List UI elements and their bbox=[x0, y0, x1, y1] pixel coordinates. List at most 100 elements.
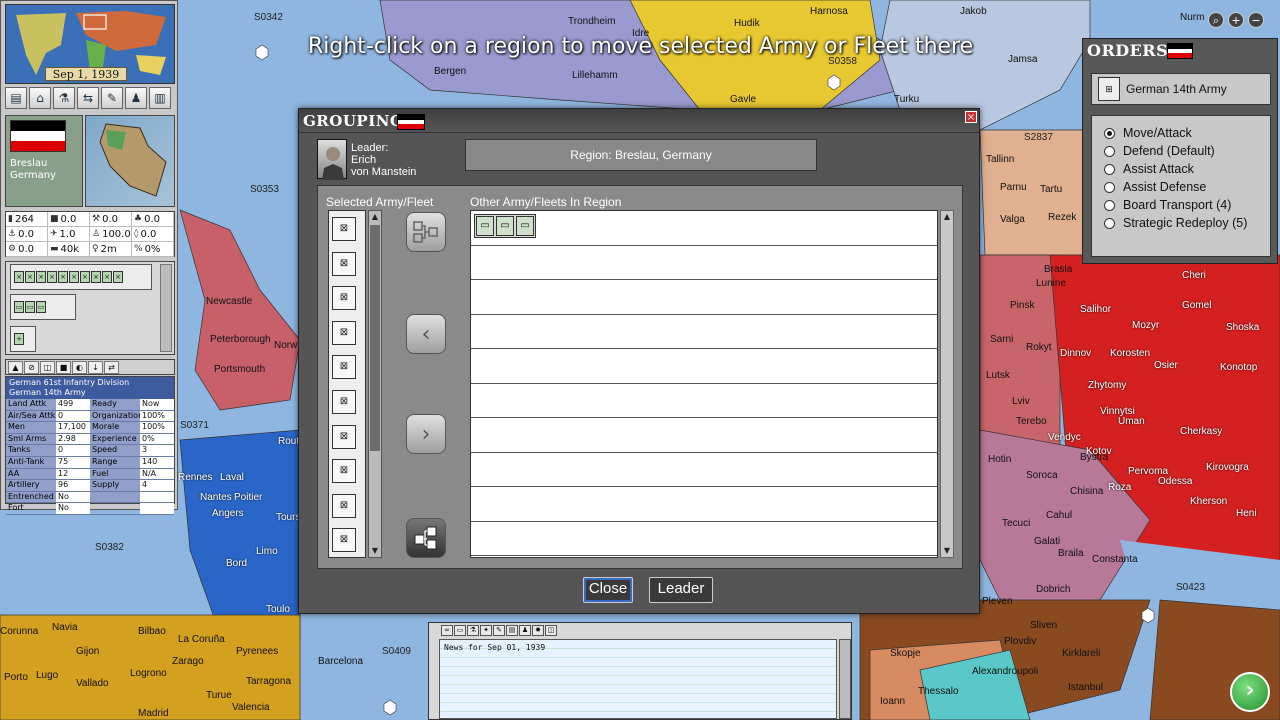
order-assist-attack[interactable]: Assist Attack bbox=[1092, 160, 1270, 178]
region-label[interactable]: Toulo bbox=[266, 604, 290, 615]
merge-group-button[interactable] bbox=[406, 518, 446, 558]
region-label[interactable]: Plovdiv bbox=[1004, 636, 1036, 647]
radio-button[interactable] bbox=[1104, 181, 1115, 193]
region-label[interactable]: Peterborough bbox=[210, 334, 271, 345]
region-label[interactable]: Tarragona bbox=[246, 676, 291, 687]
list-item[interactable] bbox=[471, 384, 937, 418]
chart-icon[interactable]: ▥ bbox=[149, 87, 171, 109]
infantry-unit-icon[interactable]: ⊠ bbox=[332, 459, 356, 484]
news-tab-info-icon[interactable]: ◫ bbox=[545, 625, 557, 636]
region-label[interactable]: Lillehamm bbox=[572, 70, 618, 81]
list-item[interactable] bbox=[471, 418, 937, 453]
region-label[interactable]: Chisina bbox=[1070, 486, 1103, 497]
region-label[interactable]: Navia bbox=[52, 622, 78, 633]
sea-region-label[interactable]: S0342 bbox=[254, 12, 283, 23]
news-tab-all-icon[interactable]: ∞ bbox=[441, 625, 453, 636]
move-left-button[interactable]: ‹ bbox=[406, 314, 446, 354]
radio-button[interactable] bbox=[1104, 163, 1115, 175]
region-label[interactable]: Mozyr bbox=[1132, 320, 1159, 331]
army-stack[interactable]: + bbox=[10, 326, 36, 352]
region-label[interactable]: Jakob bbox=[960, 6, 987, 17]
region-label[interactable]: Bilbao bbox=[138, 626, 166, 637]
region-label[interactable]: Skopje bbox=[890, 648, 921, 659]
download-icon[interactable]: ↓ bbox=[88, 360, 103, 374]
region-label[interactable]: Pleven bbox=[982, 596, 1013, 607]
region-label[interactable]: Galati bbox=[1034, 536, 1060, 547]
unit-type-icon[interactable]: ▲ bbox=[8, 360, 23, 374]
ledger-icon[interactable]: ▤ bbox=[5, 87, 27, 109]
zoom-in-icon[interactable]: + bbox=[1228, 12, 1244, 28]
region-label[interactable]: Cherkasy bbox=[1180, 426, 1222, 437]
region-label[interactable]: Salihor bbox=[1080, 304, 1111, 315]
army-stack[interactable]: ▭ ▭ ▭ bbox=[474, 214, 536, 238]
region-label[interactable]: Nantes bbox=[200, 492, 232, 503]
region-label[interactable]: Angers bbox=[212, 508, 244, 519]
region-label[interactable]: Poitier bbox=[234, 492, 262, 503]
infantry-unit-icon[interactable]: ⊠ bbox=[332, 424, 356, 449]
infantry-unit-icon[interactable]: ⊠ bbox=[332, 528, 356, 553]
infantry-unit-icon[interactable]: ⊠ bbox=[332, 355, 356, 380]
region-label[interactable]: Kherson bbox=[1190, 496, 1227, 507]
selected-army-box[interactable]: ⊞ German 14th Army bbox=[1091, 73, 1271, 105]
region-label[interactable]: Trondheim bbox=[568, 16, 615, 27]
news-tab-combat-icon[interactable]: ✦ bbox=[480, 625, 492, 636]
region-label[interactable]: Logrono bbox=[130, 668, 167, 679]
region-label[interactable]: Rennes bbox=[178, 472, 212, 483]
region-label[interactable]: Bystra bbox=[1080, 452, 1108, 463]
next-turn-button[interactable]: › bbox=[1230, 672, 1270, 712]
scroll-down-icon[interactable]: ▼ bbox=[941, 545, 953, 557]
news-scrollbar[interactable] bbox=[839, 639, 851, 719]
region-label[interactable]: Limo bbox=[256, 546, 278, 557]
news-tab-list-icon[interactable]: ▤ bbox=[506, 625, 518, 636]
notes-icon[interactable]: ✎ bbox=[101, 87, 123, 109]
region-label[interactable]: Vallado bbox=[76, 678, 109, 689]
region-label[interactable]: Brasla bbox=[1044, 264, 1072, 275]
region-label[interactable]: Sliven bbox=[1030, 620, 1057, 631]
group-icon[interactable]: ◫ bbox=[40, 360, 55, 374]
news-tab-notes-icon[interactable]: ✎ bbox=[493, 625, 505, 636]
region-label[interactable]: Alexandroupoli bbox=[972, 666, 1038, 677]
region-label[interactable]: Hotin bbox=[988, 454, 1011, 465]
news-tab-window-icon[interactable]: ▭ bbox=[454, 625, 466, 636]
infantry-unit-icon[interactable]: ⊠ bbox=[332, 286, 356, 311]
region-label[interactable]: Hudik bbox=[734, 18, 760, 29]
region-label[interactable]: Cheri bbox=[1182, 270, 1206, 281]
region-label[interactable]: Norw bbox=[274, 340, 297, 351]
region-label[interactable]: Harnosa bbox=[810, 6, 848, 17]
infantry-unit-icon[interactable]: ⊠ bbox=[332, 251, 356, 276]
list-item[interactable] bbox=[471, 487, 937, 522]
scroll-down-icon[interactable]: ▼ bbox=[369, 545, 381, 557]
half-icon[interactable]: ◐ bbox=[72, 360, 87, 374]
region-label[interactable]: Lviv bbox=[1012, 396, 1030, 407]
region-label[interactable]: Portsmouth bbox=[214, 364, 265, 375]
scroll-up-icon[interactable]: ▲ bbox=[369, 211, 381, 223]
radio-button[interactable] bbox=[1104, 127, 1115, 139]
sea-region-label[interactable]: S0353 bbox=[250, 184, 279, 195]
region-label[interactable]: Rezek bbox=[1048, 212, 1076, 223]
leader-button[interactable]: Leader bbox=[649, 577, 713, 603]
research-flask-icon[interactable]: ⚗ bbox=[53, 87, 75, 109]
region-label[interactable]: Lugo bbox=[36, 670, 58, 681]
region-label[interactable]: Sarni bbox=[990, 334, 1013, 345]
region-label[interactable]: Jamsa bbox=[1008, 54, 1037, 65]
region-label[interactable]: Soroca bbox=[1026, 470, 1058, 481]
list-item[interactable]: ▭ ▭ ▭ bbox=[471, 211, 937, 246]
region-label[interactable]: Tours bbox=[276, 512, 300, 523]
region-label[interactable]: Vendyc bbox=[1048, 432, 1081, 443]
sea-region-label[interactable]: S0382 bbox=[95, 542, 124, 553]
region-label[interactable]: Valga bbox=[1000, 214, 1025, 225]
stack-scrollbar[interactable] bbox=[160, 264, 172, 352]
region-label[interactable]: Rout bbox=[278, 436, 299, 447]
region-label[interactable]: Pyrenees bbox=[236, 646, 278, 657]
region-label[interactable]: Barcelona bbox=[318, 656, 363, 667]
region-label[interactable]: Constanta bbox=[1092, 554, 1138, 565]
army-stack[interactable]: ▭ ▭ ▭ bbox=[10, 294, 76, 320]
search-icon[interactable]: ⌕ bbox=[1208, 12, 1224, 28]
region-label[interactable]: Odessa bbox=[1158, 476, 1192, 487]
region-label[interactable]: Corunna bbox=[0, 626, 38, 637]
order-strategic-redeploy[interactable]: Strategic Redeploy (5) bbox=[1092, 214, 1270, 232]
close-icon[interactable]: × bbox=[965, 111, 977, 123]
region-label[interactable]: Shoska bbox=[1226, 322, 1259, 333]
region-label[interactable]: Bord bbox=[226, 558, 247, 569]
news-tab-diplomacy-icon[interactable]: ♟ bbox=[519, 625, 531, 636]
